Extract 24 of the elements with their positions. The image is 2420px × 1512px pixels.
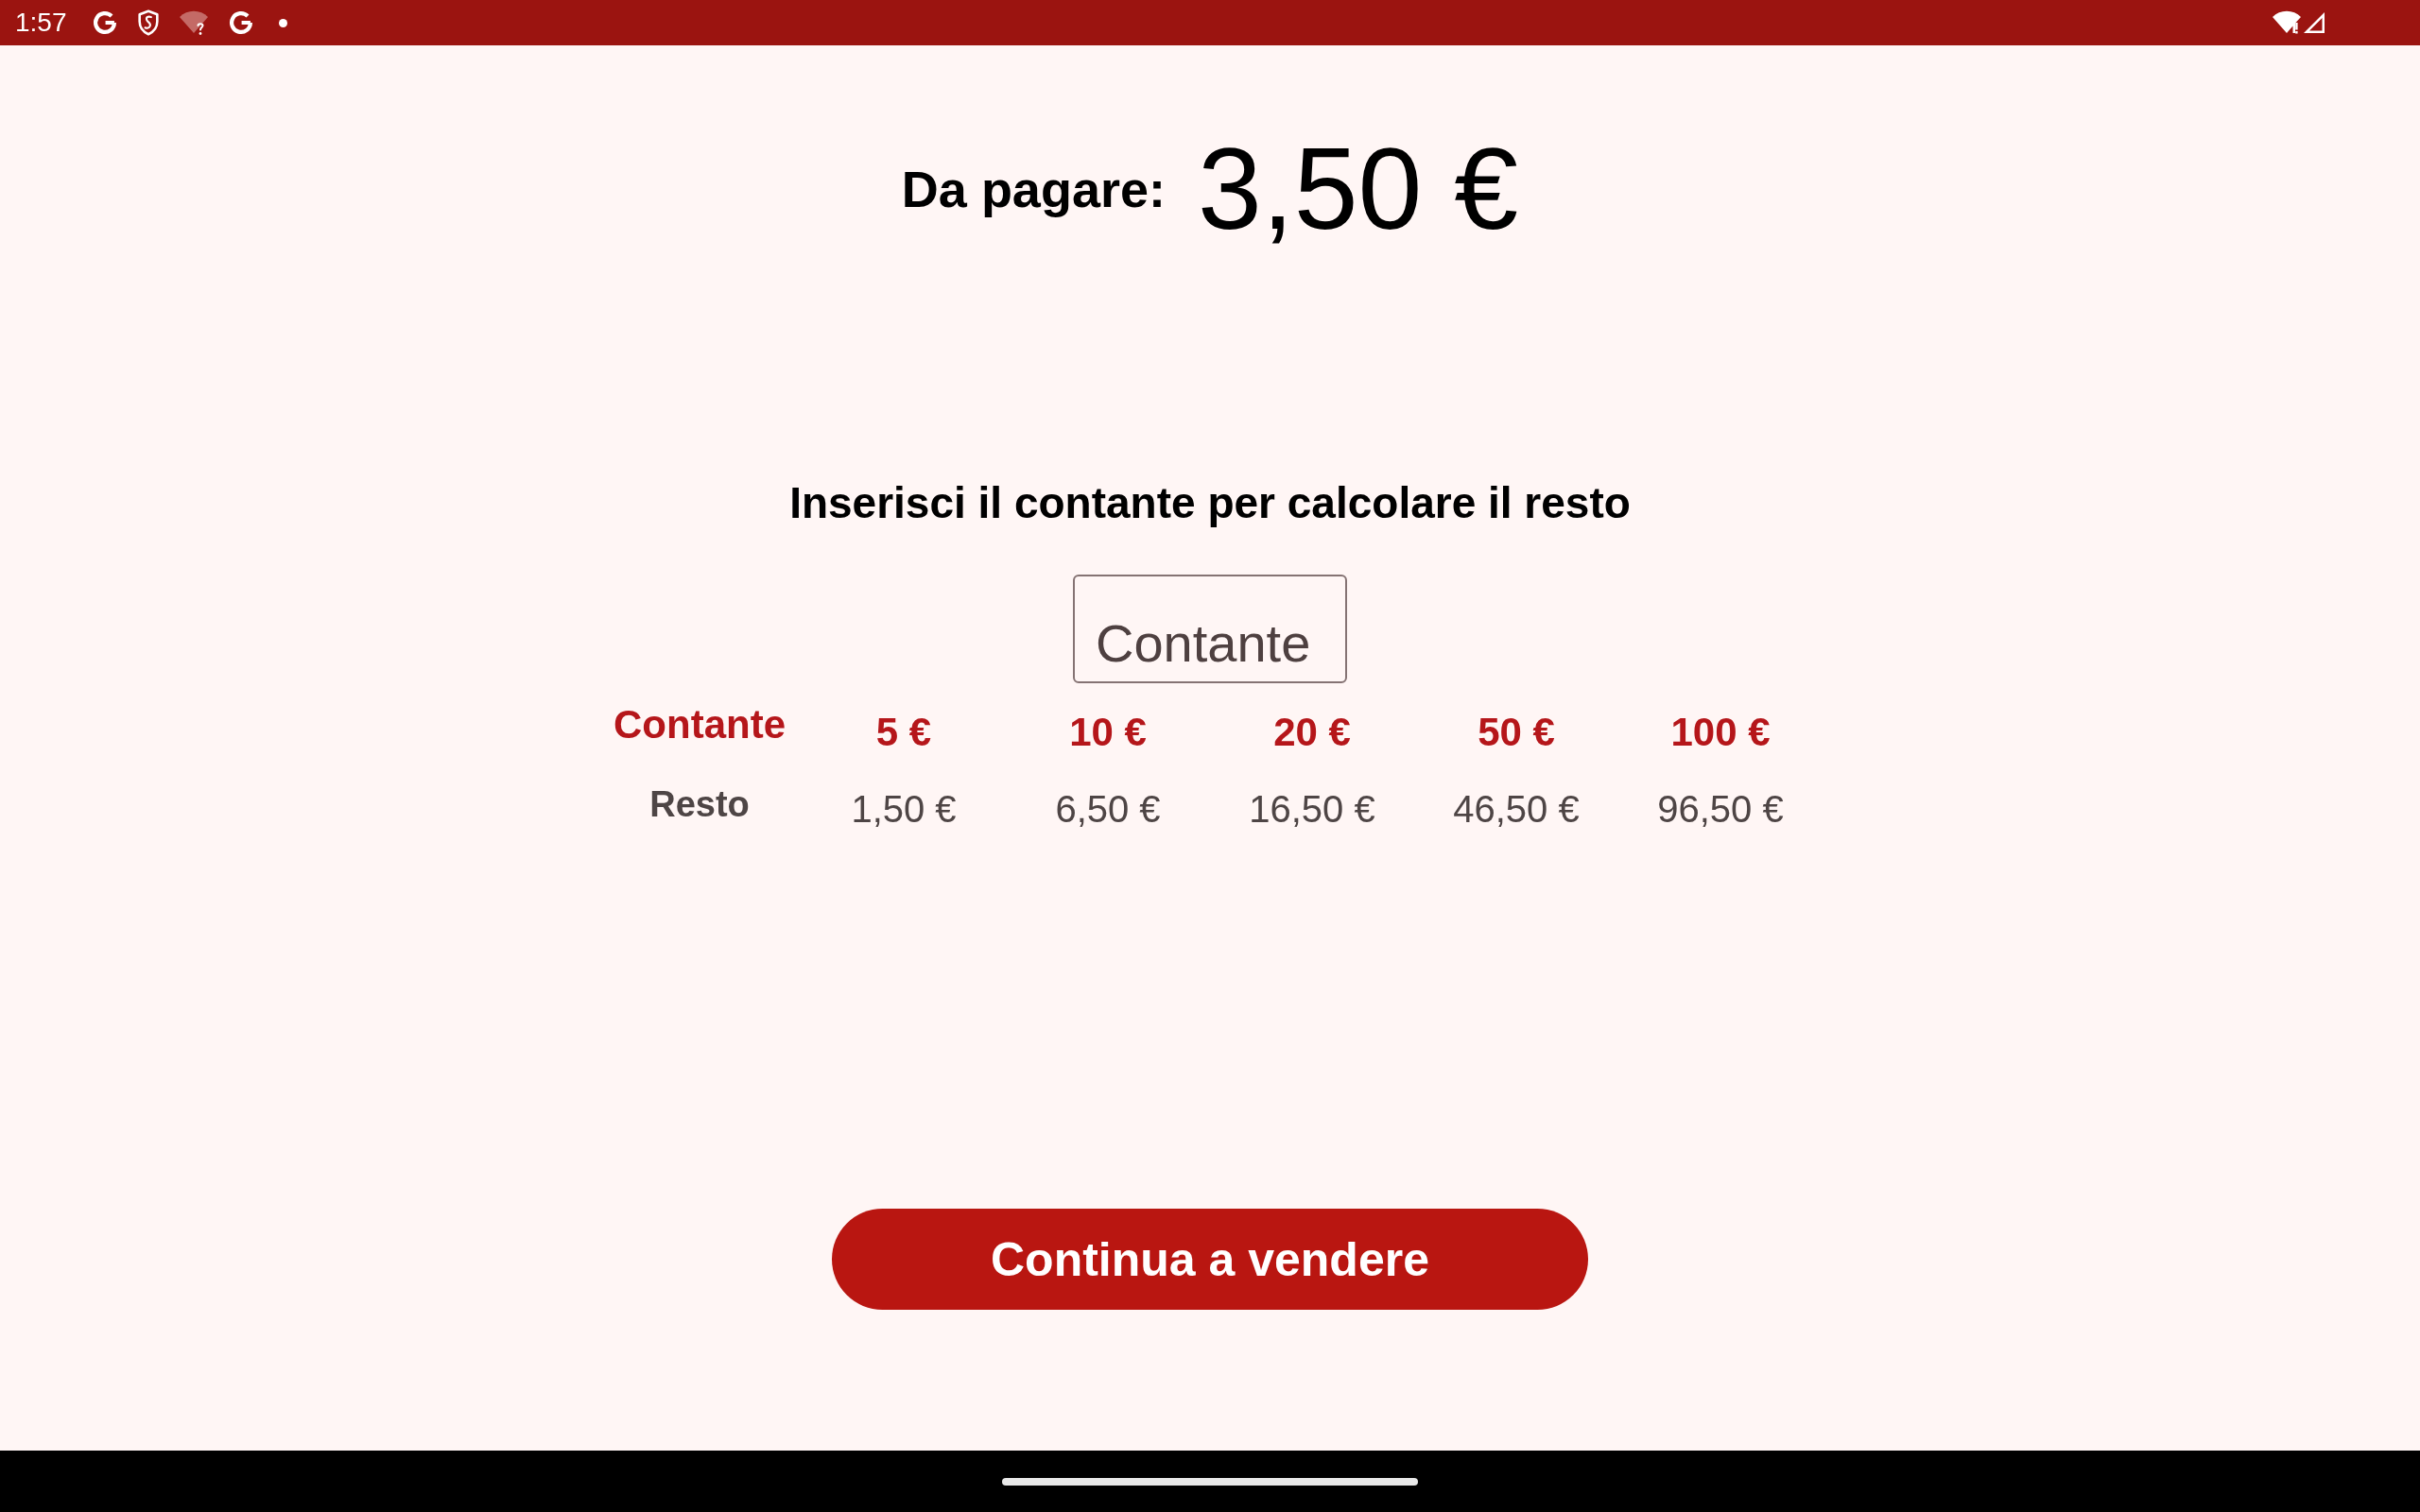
wifi-alert-icon bbox=[2273, 10, 2301, 35]
cell-signal-icon bbox=[2303, 11, 2325, 34]
change-amount: 96,50 € bbox=[1657, 790, 1784, 828]
continue-selling-button[interactable]: Continua a vendere bbox=[832, 1209, 1588, 1310]
amount-due-value: 3,50 € bbox=[1197, 131, 1519, 247]
cash-amount-option[interactable]: 5 € bbox=[875, 713, 932, 752]
cash-prompt: Inserisci il contante per calcolare il resto bbox=[789, 477, 1631, 529]
cash-amount-option[interactable]: 100 € bbox=[1670, 713, 1771, 752]
cash-input-field[interactable]: Contante bbox=[1073, 575, 1347, 683]
cash-row-label: Contante bbox=[614, 705, 786, 745]
wifi-question-icon bbox=[178, 9, 209, 36]
g-logo-icon bbox=[91, 9, 118, 36]
g-logo-icon bbox=[227, 9, 254, 36]
change-amount: 16,50 € bbox=[1249, 790, 1375, 828]
status-time: 1:57 bbox=[15, 9, 67, 36]
shield-icon bbox=[136, 9, 160, 36]
change-amount: 1,50 € bbox=[851, 790, 957, 828]
cash-amount-option[interactable]: 50 € bbox=[1478, 713, 1555, 752]
cash-amount-option[interactable]: 20 € bbox=[1273, 713, 1351, 752]
change-row-label: Resto bbox=[649, 786, 750, 822]
change-amount: 46,50 € bbox=[1453, 790, 1580, 828]
change-amount: 6,50 € bbox=[1055, 790, 1161, 828]
cash-amount-option[interactable]: 10 € bbox=[1069, 713, 1147, 752]
dot-icon bbox=[278, 18, 287, 27]
